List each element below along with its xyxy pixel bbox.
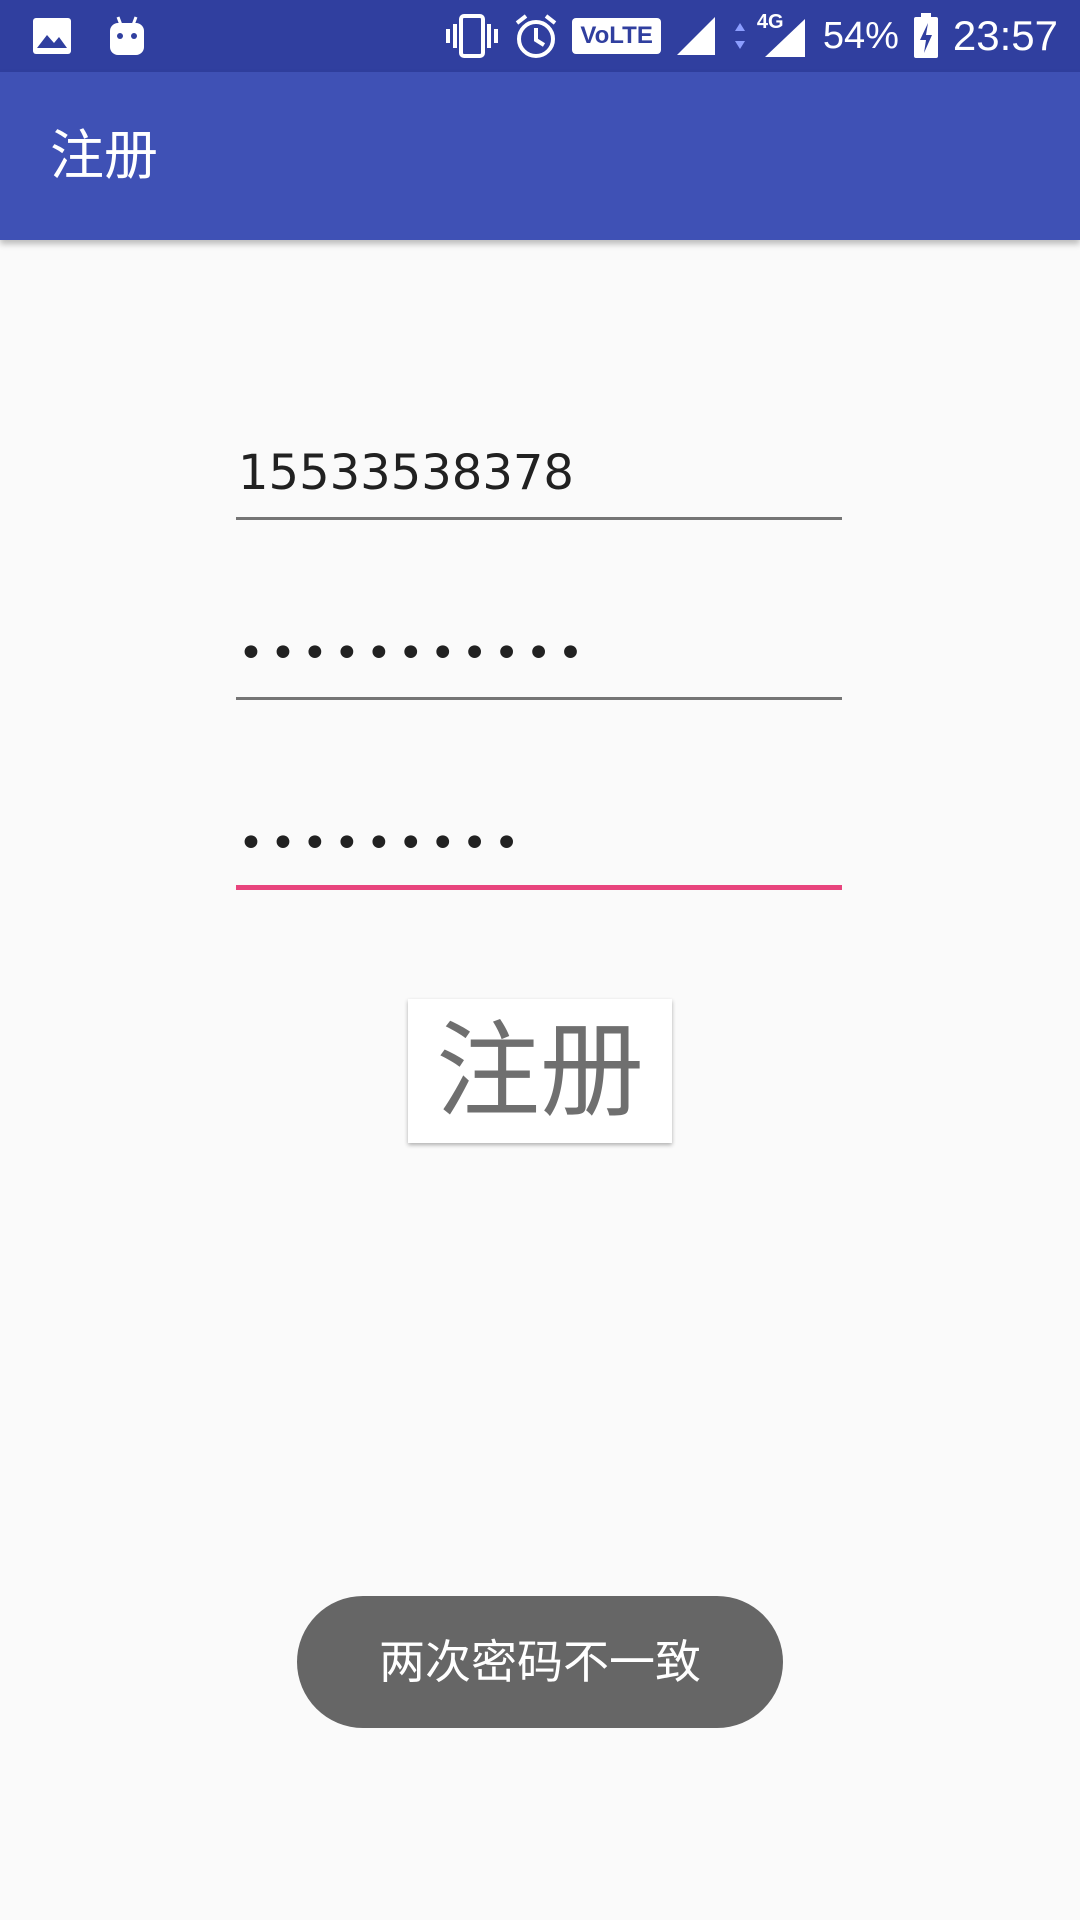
password-field[interactable] xyxy=(236,610,842,700)
battery-percent: 54% xyxy=(822,15,899,57)
app-bar: 注册 xyxy=(0,72,1080,240)
phone-field[interactable] xyxy=(236,430,842,520)
toast-message: 两次密码不一致 xyxy=(297,1596,783,1728)
phone-underline xyxy=(236,517,842,520)
network-type-label: 4G xyxy=(756,11,784,33)
confirm-password-underline xyxy=(236,885,842,890)
clock: 23:57 xyxy=(952,12,1058,59)
data-arrows-icon xyxy=(733,21,747,51)
image-icon xyxy=(32,17,72,55)
signal-icon xyxy=(675,15,719,57)
battery-charging-icon xyxy=(913,13,939,59)
vibrate-icon xyxy=(444,14,500,58)
confirm-password-input[interactable] xyxy=(236,800,842,886)
phone-input[interactable] xyxy=(236,430,842,516)
status-bar: VoLTE 4G 54% 23:57 xyxy=(0,0,1080,72)
alarm-icon xyxy=(514,13,558,59)
page-title: 注册 xyxy=(50,124,158,187)
android-icon xyxy=(108,15,146,57)
password-underline xyxy=(236,697,842,700)
confirm-password-field[interactable] xyxy=(236,800,842,890)
volte-icon: VoLTE xyxy=(572,18,661,54)
register-button[interactable]: 注册 xyxy=(408,999,672,1143)
password-input[interactable] xyxy=(236,610,842,696)
signal-4g-icon: 4G xyxy=(757,11,809,59)
